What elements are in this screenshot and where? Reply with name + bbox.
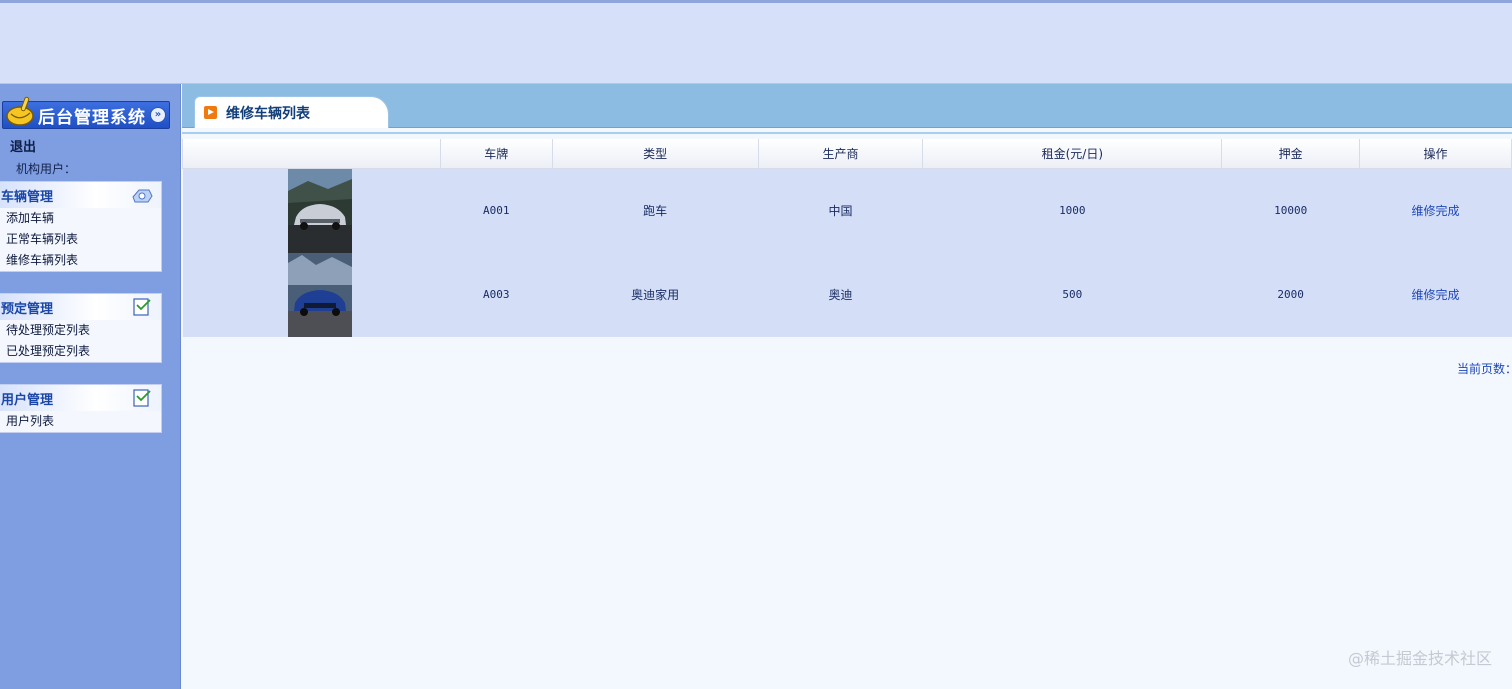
repair-complete-link[interactable]: 维修完成 xyxy=(1412,288,1460,302)
sidebar-item-normal-vehicles[interactable]: 正常车辆列表 xyxy=(0,229,161,250)
type-cell: 跑车 xyxy=(552,168,759,253)
edit-document-icon xyxy=(133,389,151,407)
sidebar: 后台管理系统 » 退出 机构用户： 车辆管理 添加车辆 正常车辆列表 维修车辆列… xyxy=(0,84,181,689)
car-photo xyxy=(287,252,352,337)
type-cell: 奥迪家用 xyxy=(552,252,759,337)
car-settings-icon xyxy=(132,189,153,203)
play-arrow-icon xyxy=(204,106,217,119)
column-header-image xyxy=(182,139,441,169)
rent-cell: 500 xyxy=(922,252,1222,337)
deposit-cell: 2000 xyxy=(1221,252,1360,337)
menu-header-label: 用户管理 xyxy=(1,392,54,408)
column-header-deposit: 押金 xyxy=(1221,139,1361,169)
table-header-row: 车牌 类型 生产商 租金(元/日) 押金 操作 xyxy=(182,139,1512,169)
column-header-type: 类型 xyxy=(551,139,759,169)
sidebar-item-pending-bookings[interactable]: 待处理预定列表 xyxy=(0,320,161,341)
top-banner xyxy=(0,0,1512,84)
pager-text: 当前页数： xyxy=(1457,362,1512,376)
divider xyxy=(182,132,1512,134)
sidebar-item-repair-vehicles[interactable]: 维修车辆列表 xyxy=(0,250,161,271)
column-header-action: 操作 xyxy=(1359,139,1512,169)
action-cell: 维修完成 xyxy=(1359,252,1512,337)
repair-complete-link[interactable]: 维修完成 xyxy=(1412,204,1460,218)
menu-group-vehicles: 车辆管理 添加车辆 正常车辆列表 维修车辆列表 xyxy=(0,181,162,272)
menu-group-bookings: 预定管理 待处理预定列表 已处理预定列表 xyxy=(0,293,162,363)
column-header-rent: 租金(元/日) xyxy=(922,139,1223,169)
edit-document-icon xyxy=(133,298,151,316)
vehicle-table: 车牌 类型 生产商 租金(元/日) 押金 操作 A001 跑车 中国 1000 … xyxy=(182,139,1512,337)
table-row: A001 跑车 中国 1000 10000 维修完成 xyxy=(182,168,1512,253)
rent-cell: 1000 xyxy=(922,168,1222,253)
action-cell: 维修完成 xyxy=(1359,168,1512,253)
plate-cell: A003 xyxy=(440,252,553,337)
tab-label: 维修车辆列表 xyxy=(226,105,310,122)
table-row: A003 奥迪家用 奥迪 500 2000 维修完成 xyxy=(182,252,1512,337)
collapse-chevron-icon[interactable]: » xyxy=(150,107,166,123)
menu-header-label: 预定管理 xyxy=(1,301,54,317)
broom-logo-icon xyxy=(6,96,34,126)
plate-cell: A001 xyxy=(440,168,553,253)
tab-repair-vehicles[interactable]: 维修车辆列表 xyxy=(194,96,389,128)
menu-header-label: 车辆管理 xyxy=(1,189,54,205)
menu-header-vehicles[interactable]: 车辆管理 xyxy=(0,182,161,208)
menu-header-bookings[interactable]: 预定管理 xyxy=(0,294,161,320)
tab-strip: 维修车辆列表 xyxy=(182,84,1512,128)
logout-link[interactable]: 退出 xyxy=(10,136,36,155)
vehicle-image-cell xyxy=(182,168,441,253)
menu-group-users: 用户管理 用户列表 xyxy=(0,384,162,433)
column-header-plate: 车牌 xyxy=(439,139,553,169)
maker-cell: 中国 xyxy=(758,168,923,253)
deposit-cell: 10000 xyxy=(1221,168,1360,253)
vehicle-image-cell xyxy=(182,252,441,337)
sidebar-item-processed-bookings[interactable]: 已处理预定列表 xyxy=(0,341,161,362)
watermark: @稀土掘金技术社区 xyxy=(1347,649,1492,668)
maker-cell: 奥迪 xyxy=(758,252,923,337)
main-content: 维修车辆列表 车牌 类型 生产商 租金(元/日) 押金 操作 A001 跑车 中… xyxy=(182,84,1512,689)
car-photo xyxy=(287,168,352,253)
sidebar-item-user-list[interactable]: 用户列表 xyxy=(0,411,161,432)
sidebar-item-add-vehicle[interactable]: 添加车辆 xyxy=(0,208,161,229)
org-user-label: 机构用户： xyxy=(16,162,77,176)
menu-header-users[interactable]: 用户管理 xyxy=(0,385,161,411)
system-title-bar[interactable]: 后台管理系统 » xyxy=(2,96,170,129)
system-title: 后台管理系统 xyxy=(38,107,146,128)
column-header-maker: 生产商 xyxy=(757,139,924,169)
